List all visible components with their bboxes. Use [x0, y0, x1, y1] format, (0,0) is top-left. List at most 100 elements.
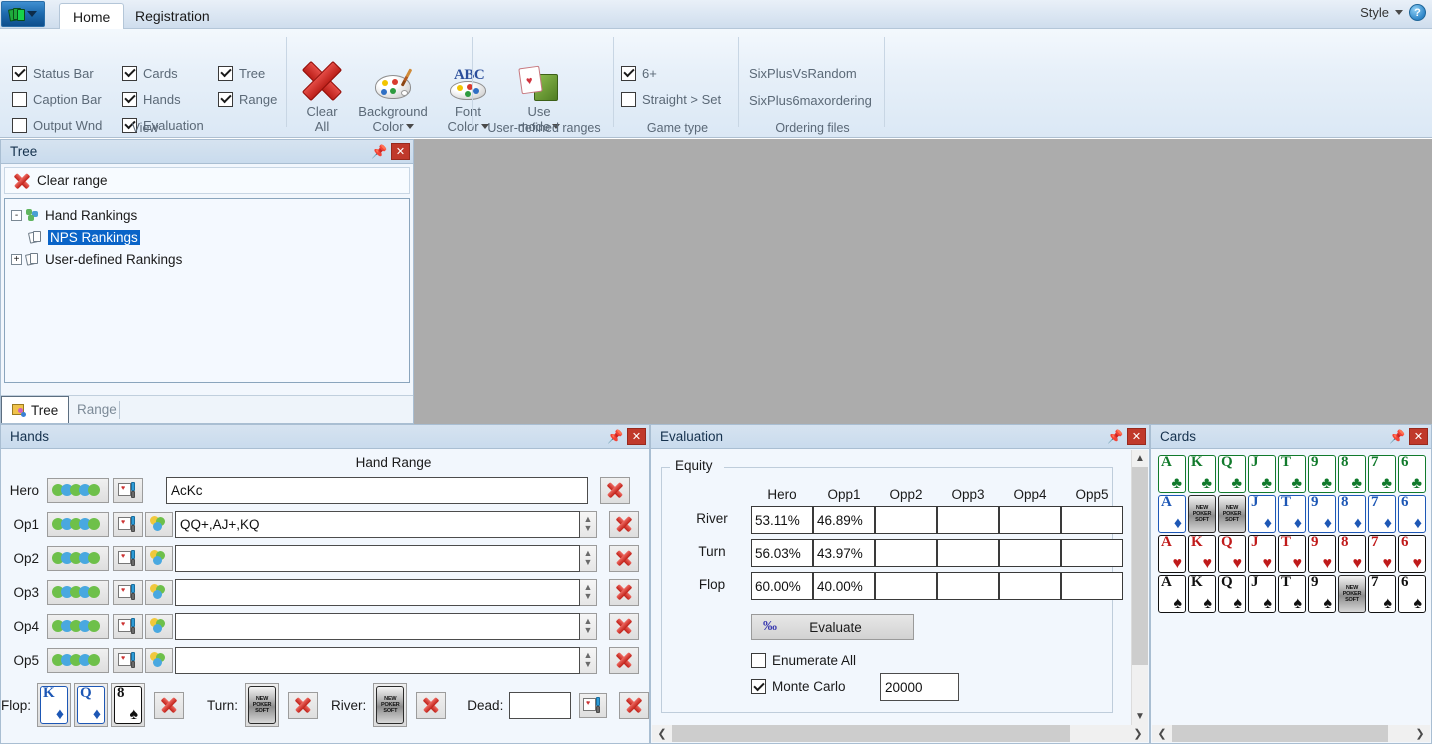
- op1-hand-range-input[interactable]: QQ+,AJ+,KQ: [175, 511, 580, 538]
- scrollbar-thumb[interactable]: [1132, 467, 1148, 665]
- deck-card-Kh[interactable]: K♥: [1188, 535, 1216, 573]
- scrollbar-track[interactable]: [672, 725, 1128, 742]
- expand-expander-icon[interactable]: +: [11, 254, 22, 265]
- deck-card-8h[interactable]: 8♥: [1338, 535, 1366, 573]
- deck-card-Ts[interactable]: T♠: [1278, 575, 1306, 613]
- flop-card-3-slot[interactable]: 8 ♠: [111, 683, 145, 727]
- deck-card-As[interactable]: A♠: [1158, 575, 1186, 613]
- equity-river-hero[interactable]: 53.11%: [751, 506, 813, 534]
- group-range-button[interactable]: [145, 512, 173, 537]
- scroll-right-icon[interactable]: ❯: [1410, 727, 1430, 740]
- op1-range-spinner[interactable]: ▲▼: [580, 511, 597, 538]
- chevron-down-icon[interactable]: [406, 124, 414, 129]
- deck-card-Ad[interactable]: A♦: [1158, 495, 1186, 533]
- deck-card-Ah[interactable]: A♥: [1158, 535, 1186, 573]
- op4-clear-button[interactable]: [609, 613, 639, 640]
- scrollbar-thumb[interactable]: [1172, 725, 1388, 742]
- checkbox-box[interactable]: [751, 653, 766, 668]
- pin-icon[interactable]: 📌: [1389, 428, 1406, 445]
- checkbox-enumerate-all[interactable]: Enumerate All: [751, 653, 856, 668]
- monte-carlo-iterations-input[interactable]: 20000: [880, 673, 959, 701]
- deck-card-Kd[interactable]: NEW POKER SOFT: [1188, 495, 1216, 533]
- checkbox-cards[interactable]: Cards: [122, 62, 204, 84]
- turn-card-back[interactable]: NEW POKER SOFT: [248, 686, 276, 724]
- checkbox-tree[interactable]: Tree: [218, 62, 277, 84]
- tree-node-user-defined-rankings[interactable]: + User-defined Rankings: [5, 248, 409, 270]
- flop-card-3[interactable]: 8 ♠: [114, 686, 142, 724]
- scrollbar-track[interactable]: [1172, 725, 1410, 742]
- background-color-button[interactable]: Background Color: [350, 57, 436, 134]
- card-picker-button[interactable]: ♥: [113, 580, 143, 605]
- deck-card-Qs[interactable]: Q♠: [1218, 575, 1246, 613]
- dead-card-picker-button[interactable]: ♥: [579, 693, 607, 718]
- chip-range-button[interactable]: [47, 648, 109, 673]
- chip-range-button[interactable]: [47, 478, 109, 503]
- equity-turn-hero[interactable]: 56.03%: [751, 539, 813, 567]
- evaluate-button[interactable]: ‰ Evaluate: [751, 614, 914, 640]
- chip-range-button[interactable]: [47, 546, 109, 571]
- pin-icon[interactable]: 📌: [607, 428, 624, 445]
- cards-horizontal-scrollbar[interactable]: ❮ ❯: [1152, 725, 1430, 742]
- tab-home[interactable]: Home: [59, 3, 124, 30]
- op3-hand-range-input[interactable]: [175, 579, 580, 606]
- checkbox-monte-carlo[interactable]: Monte Carlo: [751, 679, 846, 694]
- equity-river-opp3[interactable]: [937, 506, 999, 534]
- checkbox-box[interactable]: [751, 679, 766, 694]
- tree-node-nps-rankings[interactable]: NPS Rankings: [5, 226, 409, 248]
- equity-river-opp4[interactable]: [999, 506, 1061, 534]
- checkbox-box[interactable]: [12, 92, 27, 107]
- deck-card-Td[interactable]: T♦: [1278, 495, 1306, 533]
- card-deck-grid[interactable]: A♣K♣Q♣J♣T♣9♣8♣7♣6♣A♦NEW POKER SOFTNEW PO…: [1158, 455, 1426, 615]
- deck-card-6h[interactable]: 6♥: [1398, 535, 1426, 573]
- op1-clear-button[interactable]: [609, 511, 639, 538]
- pin-icon[interactable]: 📌: [1107, 428, 1124, 445]
- hero-hand-range-input[interactable]: AcKc: [166, 477, 588, 504]
- dock-tab-range[interactable]: Range: [67, 396, 127, 423]
- deck-card-6d[interactable]: 6♦: [1398, 495, 1426, 533]
- deck-card-7h[interactable]: 7♥: [1368, 535, 1396, 573]
- group-range-button[interactable]: [145, 648, 173, 673]
- app-menu-button[interactable]: [1, 1, 45, 27]
- equity-flop-opp5[interactable]: [1061, 572, 1123, 600]
- equity-flop-opp3[interactable]: [937, 572, 999, 600]
- deck-card-Qd[interactable]: NEW POKER SOFT: [1218, 495, 1246, 533]
- chip-range-button[interactable]: [47, 580, 109, 605]
- equity-flop-opp4[interactable]: [999, 572, 1061, 600]
- clear-all-button[interactable]: Clear All: [290, 57, 354, 134]
- flop-card-1-slot[interactable]: K ♦: [37, 683, 71, 727]
- equity-turn-opp5[interactable]: [1061, 539, 1123, 567]
- equity-turn-opp1[interactable]: 43.97%: [813, 539, 875, 567]
- equity-river-opp2[interactable]: [875, 506, 937, 534]
- deck-card-Qh[interactable]: Q♥: [1218, 535, 1246, 573]
- op4-range-spinner[interactable]: ▲▼: [580, 613, 597, 640]
- group-range-button[interactable]: [145, 580, 173, 605]
- deck-card-Th[interactable]: T♥: [1278, 535, 1306, 573]
- close-icon[interactable]: ✕: [1127, 428, 1146, 445]
- close-icon[interactable]: ✕: [391, 143, 410, 160]
- deck-card-Kc[interactable]: K♣: [1188, 455, 1216, 493]
- river-clear-button[interactable]: [416, 692, 446, 719]
- deck-card-Jd[interactable]: J♦: [1248, 495, 1276, 533]
- equity-turn-opp2[interactable]: [875, 539, 937, 567]
- op5-range-spinner[interactable]: ▲▼: [580, 647, 597, 674]
- equity-river-opp1[interactable]: 46.89%: [813, 506, 875, 534]
- dead-cards-input[interactable]: [509, 692, 571, 719]
- checkbox-box[interactable]: [218, 92, 233, 107]
- close-icon[interactable]: ✕: [627, 428, 646, 445]
- deck-card-Jh[interactable]: J♥: [1248, 535, 1276, 573]
- checkbox-box[interactable]: [621, 92, 636, 107]
- group-range-button[interactable]: [145, 546, 173, 571]
- op5-clear-button[interactable]: [609, 647, 639, 674]
- flop-clear-button[interactable]: [154, 692, 184, 719]
- ordering-file-sixplus6maxordering[interactable]: SixPlus6maxordering: [749, 89, 872, 111]
- tab-registration[interactable]: Registration: [122, 3, 223, 29]
- checkbox-box[interactable]: [218, 66, 233, 81]
- scroll-right-icon[interactable]: ❯: [1128, 727, 1148, 740]
- group-range-button[interactable]: [145, 614, 173, 639]
- help-icon[interactable]: ?: [1409, 4, 1426, 21]
- turn-clear-button[interactable]: [288, 692, 318, 719]
- equity-turn-opp4[interactable]: [999, 539, 1061, 567]
- deck-card-Ac[interactable]: A♣: [1158, 455, 1186, 493]
- deck-card-6s[interactable]: 6♠: [1398, 575, 1426, 613]
- equity-flop-opp1[interactable]: 40.00%: [813, 572, 875, 600]
